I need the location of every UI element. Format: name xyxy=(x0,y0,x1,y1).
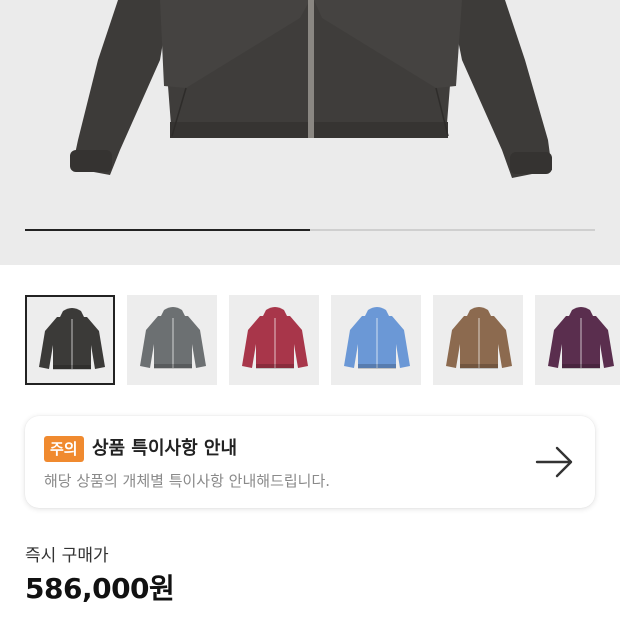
thumbnail-jacket-purple[interactable] xyxy=(535,295,620,385)
jacket-icon xyxy=(446,307,512,369)
jacket-icon xyxy=(140,307,206,369)
image-progress-fill xyxy=(25,229,310,231)
jacket-icon xyxy=(39,308,105,370)
notice-title: 상품 특이사항 안내 xyxy=(92,438,238,459)
hero-zipper xyxy=(308,0,314,138)
thumbnail-jacket-blue[interactable] xyxy=(331,295,421,385)
notice-description: 해당 상품의 개체별 특이사항 안내해드립니다. xyxy=(44,472,331,490)
price-value: 586,000원 xyxy=(25,572,175,605)
hero-right-sleeve xyxy=(450,0,552,178)
price-label: 즉시 구매가 xyxy=(25,546,109,566)
thumbnail-jacket-charcoal[interactable] xyxy=(25,295,115,385)
thumbnail-jacket-gray[interactable] xyxy=(127,295,217,385)
jacket-icon xyxy=(548,307,614,369)
hero-jacket-illustration xyxy=(70,0,552,178)
hero-left-cuff xyxy=(70,150,112,172)
thumbnail-strip[interactable] xyxy=(25,295,620,385)
jacket-icon xyxy=(344,307,410,369)
product-hero-image[interactable] xyxy=(0,0,620,265)
thumbnail-jacket-red[interactable] xyxy=(229,295,319,385)
hero-left-sleeve xyxy=(72,0,170,175)
image-progress-bar xyxy=(25,229,595,231)
jacket-icon xyxy=(242,307,308,369)
arrow-right-icon[interactable] xyxy=(535,444,575,480)
notice-badge: 주의 xyxy=(44,436,84,462)
product-page: 주의 상품 특이사항 안내 해당 상품의 개체별 특이사항 안내해드립니다. 즉… xyxy=(0,0,620,620)
hero-right-cuff xyxy=(510,152,552,174)
hero-jacket-body xyxy=(70,0,552,178)
notice-card[interactable]: 주의 상품 특이사항 안내 해당 상품의 개체별 특이사항 안내해드립니다. xyxy=(25,416,595,508)
thumbnail-jacket-brown[interactable] xyxy=(433,295,523,385)
